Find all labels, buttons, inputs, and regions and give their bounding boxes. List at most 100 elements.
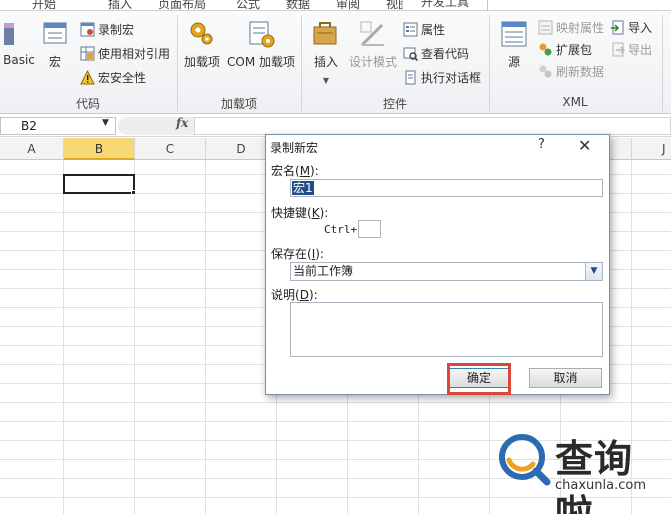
tab-insert[interactable]: 插入 bbox=[108, 0, 132, 10]
xml-source-label: 源 bbox=[507, 55, 520, 69]
com-addins-button[interactable]: COM 加载项 bbox=[226, 19, 296, 70]
export-button[interactable]: 导出 bbox=[610, 39, 652, 59]
store-in-value: 当前工作簿 bbox=[293, 264, 354, 278]
com-addins-label: COM 加载项 bbox=[227, 55, 295, 69]
tab-data[interactable]: 数据 bbox=[286, 0, 310, 10]
ctrl-prefix-label: Ctrl+ bbox=[324, 223, 358, 236]
tab-home[interactable]: 开始 bbox=[32, 0, 56, 10]
tab-review[interactable]: 审阅 bbox=[336, 0, 360, 10]
insert-function-icon[interactable]: fx bbox=[176, 116, 188, 130]
watermark-url: chaxunla.com bbox=[555, 478, 646, 493]
insert-control-label: 插入 bbox=[313, 55, 338, 69]
watermark: 查询啦 chaxunla.com bbox=[495, 428, 665, 514]
name-box[interactable]: B2 bbox=[0, 117, 116, 135]
relative-references-icon bbox=[80, 46, 95, 60]
insert-control-button[interactable]: 插入 ▼ bbox=[308, 19, 344, 85]
description-textarea[interactable] bbox=[290, 302, 603, 357]
ribbon-tab-strip: 开始 插入 页面布局 公式 数据 审阅 视图 开发工具 bbox=[0, 0, 671, 10]
design-mode-icon bbox=[360, 21, 384, 47]
view-code-button[interactable]: 查看代码 bbox=[403, 43, 469, 63]
shortcut-key-input[interactable] bbox=[358, 220, 381, 238]
refresh-data-label: 刷新数据 bbox=[556, 64, 605, 79]
run-dialog-label: 执行对话框 bbox=[421, 70, 482, 85]
highlight-box bbox=[447, 363, 511, 395]
import-button[interactable]: 导入 bbox=[610, 17, 652, 37]
column-header-a[interactable]: A bbox=[0, 138, 64, 160]
xml-source-button[interactable]: 源 bbox=[496, 19, 532, 70]
properties-label: 属性 bbox=[421, 22, 446, 37]
store-in-label: 保存在(I): bbox=[271, 247, 324, 261]
com-addins-icon bbox=[249, 21, 275, 48]
import-icon bbox=[611, 20, 624, 34]
fill-handle[interactable] bbox=[131, 190, 136, 195]
expansion-packs-label: 扩展包 bbox=[556, 42, 593, 57]
record-macro-icon bbox=[80, 22, 95, 36]
column-header-j[interactable]: J bbox=[632, 138, 671, 160]
grid-line bbox=[134, 160, 135, 514]
run-dialog-icon bbox=[405, 70, 416, 84]
expansion-packs-button[interactable]: 扩展包 bbox=[538, 39, 592, 59]
chevron-down-icon: ▼ bbox=[322, 76, 330, 85]
properties-icon bbox=[403, 22, 418, 36]
addins-label: 加载项 bbox=[183, 55, 220, 69]
formula-input[interactable] bbox=[194, 117, 671, 135]
toolbox-icon bbox=[313, 22, 337, 45]
dialog-title: 录制新宏 bbox=[270, 141, 319, 155]
help-button[interactable]: ? bbox=[538, 137, 545, 152]
description-label: 说明(D): bbox=[271, 288, 318, 302]
view-code-icon bbox=[403, 47, 418, 61]
magnifier-logo-icon bbox=[499, 434, 551, 486]
warning-icon bbox=[80, 69, 95, 84]
code-group-label: 代码 bbox=[75, 97, 100, 111]
import-label: 导入 bbox=[628, 20, 653, 35]
visual-basic-icon bbox=[4, 23, 14, 45]
addins-button[interactable]: 加载项 bbox=[182, 19, 222, 70]
macros-icon bbox=[43, 22, 67, 44]
cancel-button[interactable]: 取消 bbox=[529, 368, 602, 388]
controls-group-label: 控件 bbox=[382, 97, 407, 111]
shortcut-label: 快捷键(K): bbox=[271, 206, 329, 220]
design-mode-label: 设计模式 bbox=[348, 55, 397, 69]
grid-line bbox=[0, 421, 671, 422]
macros-button[interactable]: 宏 bbox=[40, 19, 70, 70]
record-macro-dialog: 录制新宏 ? ✕ 宏名(M): 宏1 快捷键(K): Ctrl+ 保存在(I):… bbox=[265, 134, 610, 395]
chevron-down-icon[interactable]: ▼ bbox=[585, 263, 602, 280]
grid-line bbox=[0, 402, 671, 403]
refresh-data-button[interactable]: 刷新数据 bbox=[538, 61, 604, 81]
column-header-b[interactable]: B bbox=[64, 138, 135, 160]
group-separator bbox=[662, 15, 663, 111]
store-in-select[interactable]: 当前工作簿 ▼ bbox=[290, 262, 603, 281]
tab-developer[interactable]: 开发工具 bbox=[402, 0, 489, 10]
gear-icon bbox=[190, 22, 213, 45]
macro-name-input[interactable]: 宏1 bbox=[290, 179, 603, 197]
addins-group-label: 加载项 bbox=[220, 97, 257, 111]
xml-source-icon bbox=[501, 21, 527, 47]
expansion-packs-icon bbox=[539, 43, 552, 55]
visual-basic-button[interactable]: Basic bbox=[2, 19, 36, 67]
export-label: 导出 bbox=[628, 42, 653, 57]
macro-name-value: 宏1 bbox=[292, 181, 314, 195]
chevron-down-icon[interactable]: ▼ bbox=[102, 118, 109, 128]
map-properties-button[interactable]: 映射属性 bbox=[538, 17, 604, 37]
tab-page-layout[interactable]: 页面布局 bbox=[158, 0, 206, 10]
record-macro-button[interactable]: 录制宏 bbox=[80, 19, 134, 39]
macros-label: 宏 bbox=[48, 55, 61, 69]
column-header-c[interactable]: C bbox=[135, 138, 206, 160]
view-code-label: 查看代码 bbox=[421, 46, 470, 61]
map-properties-label: 映射属性 bbox=[556, 20, 605, 35]
active-cell-b2[interactable] bbox=[63, 174, 135, 194]
refresh-icon bbox=[539, 65, 552, 77]
record-macro-label: 录制宏 bbox=[98, 22, 135, 37]
properties-button[interactable]: 属性 bbox=[403, 19, 445, 39]
tab-formulas[interactable]: 公式 bbox=[236, 0, 260, 10]
relative-references-label: 使用相对引用 bbox=[98, 46, 171, 61]
run-dialog-button[interactable]: 执行对话框 bbox=[403, 67, 481, 87]
relative-references-button[interactable]: 使用相对引用 bbox=[80, 43, 170, 63]
export-icon bbox=[612, 42, 625, 56]
macro-security-button[interactable]: 宏安全性 bbox=[80, 67, 146, 87]
macro-security-label: 宏安全性 bbox=[98, 70, 147, 85]
watermark-text: 查询啦 bbox=[555, 437, 634, 514]
close-button[interactable]: ✕ bbox=[578, 136, 591, 155]
xml-group-label: XML bbox=[562, 95, 588, 109]
design-mode-button[interactable]: 设计模式 bbox=[348, 19, 398, 70]
